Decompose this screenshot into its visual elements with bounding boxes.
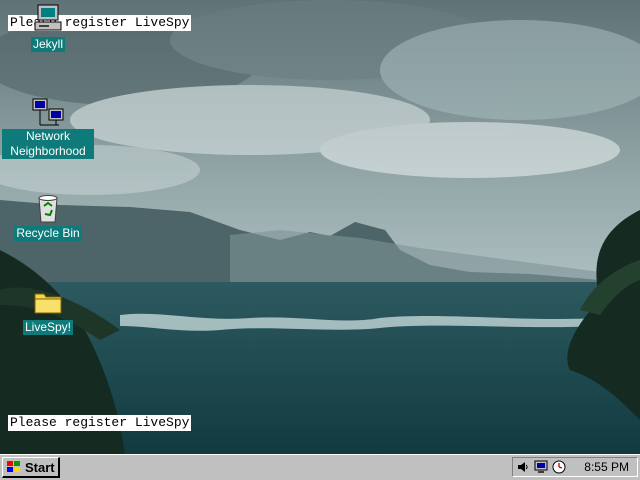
desktop-icon-label: LiveSpy! [22, 320, 74, 335]
display-icon[interactable] [533, 459, 549, 475]
desktop-icon-label: Jekyll [30, 37, 65, 52]
desktop-icon-label: Recycle Bin [14, 226, 82, 241]
wallpaper-ocean-scene [0, 0, 640, 454]
network-neighborhood-icon [32, 98, 64, 126]
desktop: Please register LiveSpy Please register … [0, 0, 640, 454]
folder-icon [34, 293, 62, 314]
start-label: Start [25, 459, 55, 475]
taskbar-clock[interactable]: 8:55 PM [584, 460, 629, 474]
clock-app-icon[interactable] [551, 459, 567, 475]
taskbar: Start 8:55 PM [0, 454, 640, 480]
desktop-icon-recycle-bin[interactable]: Recycle Bin [2, 192, 94, 242]
system-tray: 8:55 PM [512, 457, 638, 477]
start-button[interactable]: Start [2, 457, 60, 478]
register-banner-bottom: Please register LiveSpy [8, 415, 192, 431]
computer-icon [34, 4, 62, 31]
speaker-icon[interactable] [515, 459, 531, 475]
desktop-icon-jekyll[interactable]: Jekyll [2, 3, 94, 53]
recycle-bin-icon [38, 195, 58, 223]
desktop-icon-label: Network Neighborhood [2, 129, 94, 159]
desktop-icon-network-neighborhood[interactable]: Network Neighborhood [2, 97, 94, 160]
windows-logo-icon [7, 461, 20, 472]
desktop-icon-livespy[interactable]: LiveSpy! [2, 286, 94, 336]
